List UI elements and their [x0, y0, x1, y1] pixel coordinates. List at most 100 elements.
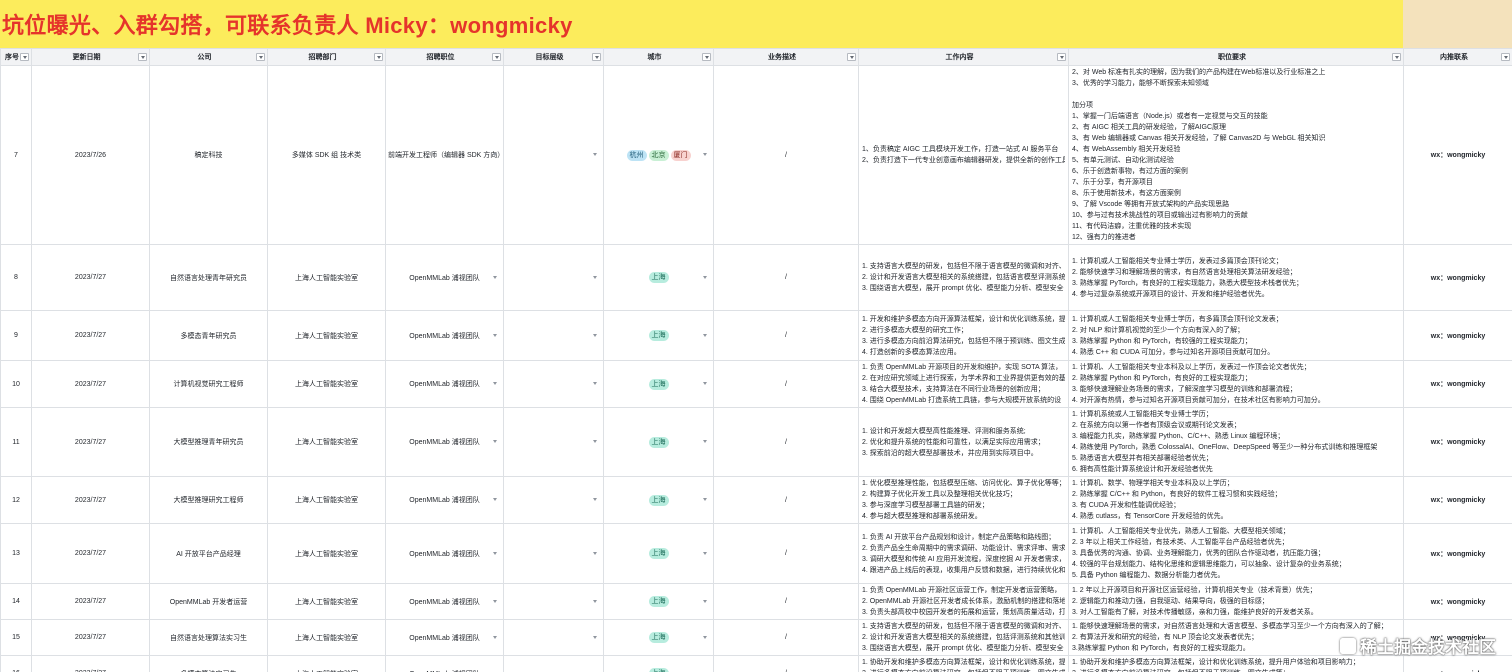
- cell-position[interactable]: OpenMMLab 浦视团队: [385, 360, 504, 408]
- cell-content[interactable]: 1. 负责 OpenMMLab 开源项目的开发和维护，实现 SOTA 算法， 2.…: [858, 360, 1069, 408]
- chevron-down-icon[interactable]: [593, 599, 597, 603]
- spreadsheet-grid[interactable]: 序号 更新日期 公司 招聘部门 招聘职位 目标层级 城市 业务描述 工作内容 职位要求 内推联系 7…: [0, 48, 1512, 672]
- chevron-down-icon[interactable]: [593, 440, 597, 443]
- cell-company[interactable]: 大模型推理青年研究员: [149, 407, 268, 477]
- chevron-down-icon[interactable]: [593, 275, 597, 279]
- cell-referral[interactable]: wx：wongmicky: [1403, 407, 1512, 477]
- table-row[interactable]: 13 2023/7/27 AI 开放平台产品经理 上海人工智能实验室 OpenMMLab…: [0, 523, 1512, 584]
- cell-city[interactable]: 上海: [603, 244, 714, 311]
- cell-company[interactable]: 自然语言处理算法实习生: [149, 619, 268, 656]
- cell-company[interactable]: 自然语言处理青年研究员: [149, 244, 268, 311]
- chevron-down-icon[interactable]: [703, 440, 707, 443]
- column-header-position[interactable]: 招聘职位: [385, 48, 504, 66]
- cell-city[interactable]: 杭州 北京 厦门: [603, 65, 714, 245]
- cell-content[interactable]: 1. 支持语言大模型的研发，包括但不限于语言模型的微调和对齐、 2. 设计和开发语…: [858, 619, 1069, 656]
- table-row[interactable]: 10 2023/7/27 计算机视觉研究工程师 上海人工智能实验室 OpenMMLab …: [0, 360, 1512, 408]
- cell-position[interactable]: OpenMMLab 浦视团队: [385, 310, 504, 361]
- cell-level[interactable]: [503, 476, 604, 524]
- filter-icon[interactable]: [20, 53, 29, 61]
- cell-company[interactable]: OpenMMLab 开发者运营: [149, 583, 268, 620]
- cell-city[interactable]: 上海: [603, 476, 714, 524]
- cell-date[interactable]: 2023/7/27: [31, 523, 150, 584]
- cell-referral[interactable]: wx：wongmicky: [1403, 310, 1512, 361]
- cell-dept[interactable]: 上海人工智能实验室: [267, 407, 386, 477]
- cell-business[interactable]: /: [713, 655, 859, 672]
- filter-icon[interactable]: [1392, 53, 1401, 61]
- filter-icon[interactable]: [847, 53, 856, 61]
- chevron-down-icon[interactable]: [593, 153, 597, 156]
- column-header-requirements[interactable]: 职位要求: [1068, 48, 1404, 66]
- cell-level[interactable]: [503, 407, 604, 477]
- chevron-down-icon[interactable]: [593, 382, 597, 385]
- cell-level[interactable]: [503, 583, 604, 620]
- cell-level[interactable]: [503, 244, 604, 311]
- cell-dept[interactable]: 上海人工智能实验室: [267, 476, 386, 524]
- banner-side-cell[interactable]: [1403, 0, 1512, 48]
- cell-position[interactable]: OpenMMLab 浦视团队: [385, 407, 504, 477]
- chevron-down-icon[interactable]: [703, 333, 707, 337]
- cell-dept[interactable]: 上海人工智能实验室: [267, 360, 386, 408]
- chevron-down-icon[interactable]: [593, 635, 597, 639]
- table-row[interactable]: 9 2023/7/27 多模态青年研究员 上海人工智能实验室 OpenMMLab 浦视团…: [0, 310, 1512, 361]
- cell-referral[interactable]: wx：wongmicky: [1403, 476, 1512, 524]
- cell-position[interactable]: OpenMMLab 浦视团队: [385, 655, 504, 672]
- cell-requirements[interactable]: 1. 计算机、人工智能相关专业优先，熟悉人工智能、大模型相关领域； 2. 3 年以…: [1068, 523, 1404, 584]
- cell-level[interactable]: [503, 65, 604, 245]
- table-row[interactable]: 7 2023/7/26 稿定科技 多媒体 SDK 组 技术类 前端开发工程师（编辑器 S…: [0, 65, 1512, 245]
- column-header-company[interactable]: 公司: [149, 48, 268, 66]
- table-row[interactable]: 15 2023/7/27 自然语言处理算法实习生 上海人工智能实验室 OpenMMLab…: [0, 619, 1512, 656]
- cell-business[interactable]: /: [713, 407, 859, 477]
- chevron-down-icon[interactable]: [493, 635, 497, 639]
- cell-requirements[interactable]: 1. 计算机或人工智能相关专业博士学历，有多篇顶会顶刊论文发表； 2. 对 NLP…: [1068, 310, 1404, 361]
- cell-requirements[interactable]: 1. 2 年以上开源项目和开源社区运营经验，计算机相关专业（技术背景）优先； 2.…: [1068, 583, 1404, 620]
- cell-position[interactable]: OpenMMLab 浦视团队: [385, 523, 504, 584]
- filter-icon[interactable]: [592, 53, 601, 61]
- chevron-down-icon[interactable]: [593, 498, 597, 501]
- cell-dept[interactable]: 多媒体 SDK 组 技术类: [267, 65, 386, 245]
- cell-requirements[interactable]: 1. 计算机或人工智能相关专业博士学历，发表过多篇顶会顶刊论文； 2. 能够快速学…: [1068, 244, 1404, 311]
- cell-business[interactable]: /: [713, 476, 859, 524]
- chevron-down-icon[interactable]: [493, 275, 497, 279]
- chevron-down-icon[interactable]: [493, 551, 497, 555]
- cell-content[interactable]: 1. 协助开发和维护多模态方向算法框架，设计和优化训练系统，提 2. 进行多模态方…: [858, 655, 1069, 672]
- column-header-dept[interactable]: 招聘部门: [267, 48, 386, 66]
- cell-requirements[interactable]: 2、对 Web 标准有扎实的理解，因为我们的产品构建在Web标准以及行业标准之上…: [1068, 65, 1404, 245]
- cell-content[interactable]: 1. 负责 AI 开放平台产品规划和设计，制定产品策略和路线图； 2. 负责产品全…: [858, 523, 1069, 584]
- chevron-down-icon[interactable]: [593, 333, 597, 337]
- cell-date[interactable]: 2023/7/27: [31, 619, 150, 656]
- cell-seq[interactable]: 8: [0, 244, 32, 311]
- cell-date[interactable]: 2023/7/27: [31, 360, 150, 408]
- cell-content[interactable]: 1. 负责 OpenMMLab 开源社区运营工作，制定开发者运营策略， 2. Op…: [858, 583, 1069, 620]
- cell-city[interactable]: 上海: [603, 655, 714, 672]
- cell-city[interactable]: 上海: [603, 583, 714, 620]
- cell-referral[interactable]: wx：wongmicky: [1403, 583, 1512, 620]
- chevron-down-icon[interactable]: [493, 440, 497, 443]
- cell-city[interactable]: 上海: [603, 310, 714, 361]
- cell-seq[interactable]: 16: [0, 655, 32, 672]
- cell-seq[interactable]: 12: [0, 476, 32, 524]
- chevron-down-icon[interactable]: [493, 599, 497, 603]
- cell-city[interactable]: 上海: [603, 619, 714, 656]
- cell-requirements[interactable]: 1. 计算机、数学、物理学相关专业本科及以上学历； 2. 熟练掌握 C/C++ 和…: [1068, 476, 1404, 524]
- cell-business[interactable]: /: [713, 523, 859, 584]
- cell-business[interactable]: /: [713, 360, 859, 408]
- filter-icon[interactable]: [374, 53, 383, 61]
- cell-referral[interactable]: wx：wongmicky: [1403, 65, 1512, 245]
- chevron-down-icon[interactable]: [493, 382, 497, 385]
- cell-seq[interactable]: 9: [0, 310, 32, 361]
- cell-dept[interactable]: 上海人工智能实验室: [267, 655, 386, 672]
- chevron-down-icon[interactable]: [703, 599, 707, 603]
- cell-requirements[interactable]: 1. 计算机系统或人工智能相关专业博士学历； 2. 在系统方向以第一作者有顶级会议…: [1068, 407, 1404, 477]
- cell-level[interactable]: [503, 655, 604, 672]
- filter-icon[interactable]: [492, 53, 501, 61]
- cell-dept[interactable]: 上海人工智能实验室: [267, 583, 386, 620]
- cell-business[interactable]: /: [713, 583, 859, 620]
- column-header-referral[interactable]: 内推联系: [1403, 48, 1512, 66]
- cell-seq[interactable]: 7: [0, 65, 32, 245]
- cell-company[interactable]: 稿定科技: [149, 65, 268, 245]
- cell-date[interactable]: 2023/7/27: [31, 244, 150, 311]
- cell-date[interactable]: 2023/7/27: [31, 310, 150, 361]
- cell-city[interactable]: 上海: [603, 407, 714, 477]
- cell-content[interactable]: 1. 开发和维护多模态方向开源算法框架，设计和优化训练系统，提 2. 进行多模态大…: [858, 310, 1069, 361]
- chevron-down-icon[interactable]: [703, 551, 707, 555]
